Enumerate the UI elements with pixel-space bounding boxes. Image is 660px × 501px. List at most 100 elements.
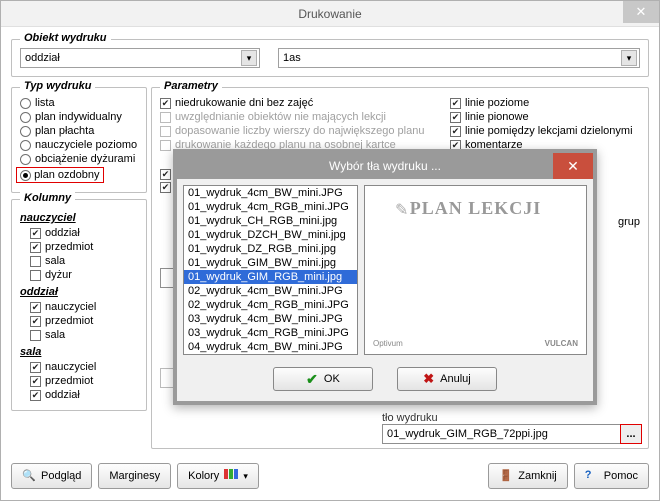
checkbox-label: linie poziome <box>465 97 529 109</box>
preview-icon: 🔍 <box>22 469 36 483</box>
param-check[interactable]: niedrukowanie dni bez zajęć <box>160 96 430 110</box>
list-item[interactable]: 01_wydruk_DZCH_BW_mini.jpg <box>184 228 357 242</box>
titlebar: Drukowanie ✕ <box>1 1 659 27</box>
chevron-down-icon: ▾ <box>621 50 637 66</box>
checkbox-icon <box>160 126 171 137</box>
checkbox-row[interactable]: oddział <box>30 388 138 402</box>
pomoc-button[interactable]: ? Pomoc <box>574 463 649 489</box>
radio-label: lista <box>35 97 55 109</box>
tlo-field[interactable]: 01_wydruk_GIM_RGB_72ppi.jpg <box>382 424 622 444</box>
list-item[interactable]: 04_wydruk_4cm_BW_mini.JPG <box>184 340 357 354</box>
checkbox-row[interactable]: sala <box>30 328 138 342</box>
radio-typ-1[interactable]: plan indywidualny <box>20 110 138 124</box>
group-obiekt-legend: Obiekt wydruku <box>20 32 111 44</box>
checkbox-label: oddział <box>45 227 80 239</box>
param-check[interactable]: linie pionowe <box>450 110 640 124</box>
radio-typ-0[interactable]: lista <box>20 96 138 110</box>
modal-title-text: Wybór tła wydruku ... <box>329 159 441 173</box>
radio-typ-4[interactable]: obciążenie dyżurami <box>20 152 138 166</box>
param-check[interactable]: linie pomiędzy lekcjami dzielonymi <box>450 124 640 138</box>
tlo-browse-button[interactable]: ... <box>620 424 642 444</box>
podglad-button[interactable]: 🔍 Podgląd <box>11 463 92 489</box>
checkbox-label: linie pomiędzy lekcjami dzielonymi <box>465 125 633 137</box>
checkbox-label: oddział <box>45 389 80 401</box>
main-window: Drukowanie ✕ Obiekt wydruku oddział ▾ 1a… <box>0 0 660 501</box>
checkbox-icon <box>160 98 171 109</box>
radio-typ-3[interactable]: nauczyciele poziomo <box>20 138 138 152</box>
checkbox-label: przedmiot <box>45 315 93 327</box>
checkbox-icon <box>160 140 171 151</box>
modal-ok-button[interactable]: ✔ OK <box>273 367 373 391</box>
combo-obiekt-type[interactable]: oddział ▾ <box>20 48 260 68</box>
checkbox[interactable] <box>160 182 171 193</box>
palette-icon <box>224 469 238 483</box>
list-item[interactable]: 01_wydruk_4cm_RGB_mini.JPG <box>184 200 357 214</box>
preview-title: PLAN LEKCJI <box>365 198 586 219</box>
help-icon: ? <box>585 469 599 483</box>
checkbox-row[interactable]: nauczyciel <box>30 300 138 314</box>
check-icon: ✔ <box>306 371 318 388</box>
close-icon[interactable]: ✕ <box>623 1 659 23</box>
radio-typ-5[interactable]: plan ozdobny <box>20 166 138 184</box>
list-item[interactable]: 02_wydruk_4cm_BW_mini.JPG <box>184 284 357 298</box>
checkbox-label: przedmiot <box>45 241 93 253</box>
modal-cancel-button[interactable]: ✖ Anuluj <box>397 367 497 391</box>
modal-titlebar: Wybór tła wydruku ... ✕ <box>177 153 593 179</box>
list-item[interactable]: 02_wydruk_4cm_RGB_mini.JPG <box>184 298 357 312</box>
chevron-down-icon: ▾ <box>243 471 248 482</box>
group-kolumny-legend: Kolumny <box>20 192 75 204</box>
group-kolumny: Kolumny nauczycieloddziałprzedmiotsalady… <box>11 199 147 411</box>
tlo-field-text: 01_wydruk_GIM_RGB_72ppi.jpg <box>387 428 548 440</box>
param-check[interactable]: linie poziome <box>450 96 640 110</box>
combo-obiekt-value-text: 1as <box>283 52 301 64</box>
checkbox-row[interactable]: przedmiot <box>30 240 138 254</box>
marginesy-button[interactable]: Marginesy <box>98 463 171 489</box>
radio-typ-2[interactable]: plan płachta <box>20 124 138 138</box>
preview-pane: ✎ PLAN LEKCJI Optivum VULCAN <box>364 185 587 355</box>
file-listbox[interactable]: 01_wydruk_4cm_BW_mini.JPG01_wydruk_4cm_R… <box>183 185 358 355</box>
modal-close-button[interactable]: ✕ <box>553 153 593 179</box>
group-typ: Typ wydruku listaplan indywidualnyplan p… <box>11 87 147 193</box>
list-item[interactable]: 01_wydruk_GIM_BW_mini.jpg <box>184 256 357 270</box>
list-item[interactable]: 01_wydruk_CH_RGB_mini.jpg <box>184 214 357 228</box>
checkbox-row[interactable]: nauczyciel <box>30 360 138 374</box>
radio-icon <box>20 170 31 181</box>
list-item[interactable]: 04_wydruk_4cm_RGB_mini.JPG <box>184 354 357 355</box>
modal-wybor-tla: Wybór tła wydruku ... ✕ 01_wydruk_4cm_BW… <box>173 149 597 405</box>
list-item[interactable]: 01_wydruk_GIM_RGB_mini.jpg <box>184 270 357 284</box>
checkbox-icon <box>30 376 41 387</box>
checkbox-icon <box>450 126 461 137</box>
checkbox-row[interactable]: dyżur <box>30 268 138 282</box>
radio-label: obciążenie dyżurami <box>35 153 135 165</box>
radio-icon <box>20 126 31 137</box>
group-obiekt: Obiekt wydruku oddział ▾ 1as ▾ <box>11 39 649 77</box>
checkbox-icon <box>160 112 171 123</box>
checkbox-label: sala <box>45 329 65 341</box>
kolumny-subhead: sala <box>20 346 138 358</box>
checkbox-row[interactable]: przedmiot <box>30 314 138 328</box>
checkbox-label: uwzględnianie obiektów nie mających lekc… <box>175 111 386 123</box>
kolory-button[interactable]: Kolory ▾ <box>177 463 259 489</box>
group-parametry-legend: Parametry <box>160 80 222 92</box>
label-tlo: tło wydruku <box>382 412 642 424</box>
checkbox-label: niedrukowanie dni bez zajęć <box>175 97 313 109</box>
checkbox-icon <box>30 256 41 267</box>
zamknij-button[interactable]: 🚪 Zamknij <box>488 463 568 489</box>
list-item[interactable]: 01_wydruk_DZ_RGB_mini.jpg <box>184 242 357 256</box>
list-item[interactable]: 03_wydruk_4cm_BW_mini.JPG <box>184 312 357 326</box>
list-item[interactable]: 01_wydruk_4cm_BW_mini.JPG <box>184 186 357 200</box>
kolumny-subhead: oddział <box>20 286 138 298</box>
x-icon: ✖ <box>423 371 434 387</box>
preview-footer-left: Optivum <box>373 339 403 348</box>
checkbox-row[interactable]: sala <box>30 254 138 268</box>
checkbox[interactable] <box>160 169 171 180</box>
window-title: Drukowanie <box>298 7 361 21</box>
combo-obiekt-value[interactable]: 1as ▾ <box>278 48 640 68</box>
radio-label: plan indywidualny <box>35 111 122 123</box>
checkbox-row[interactable]: przedmiot <box>30 374 138 388</box>
checkbox-row[interactable]: oddział <box>30 226 138 240</box>
preview-footer-right: VULCAN <box>545 339 578 348</box>
list-item[interactable]: 03_wydruk_4cm_RGB_mini.JPG <box>184 326 357 340</box>
checkbox-label: sala <box>45 255 65 267</box>
checkbox-icon <box>30 270 41 281</box>
